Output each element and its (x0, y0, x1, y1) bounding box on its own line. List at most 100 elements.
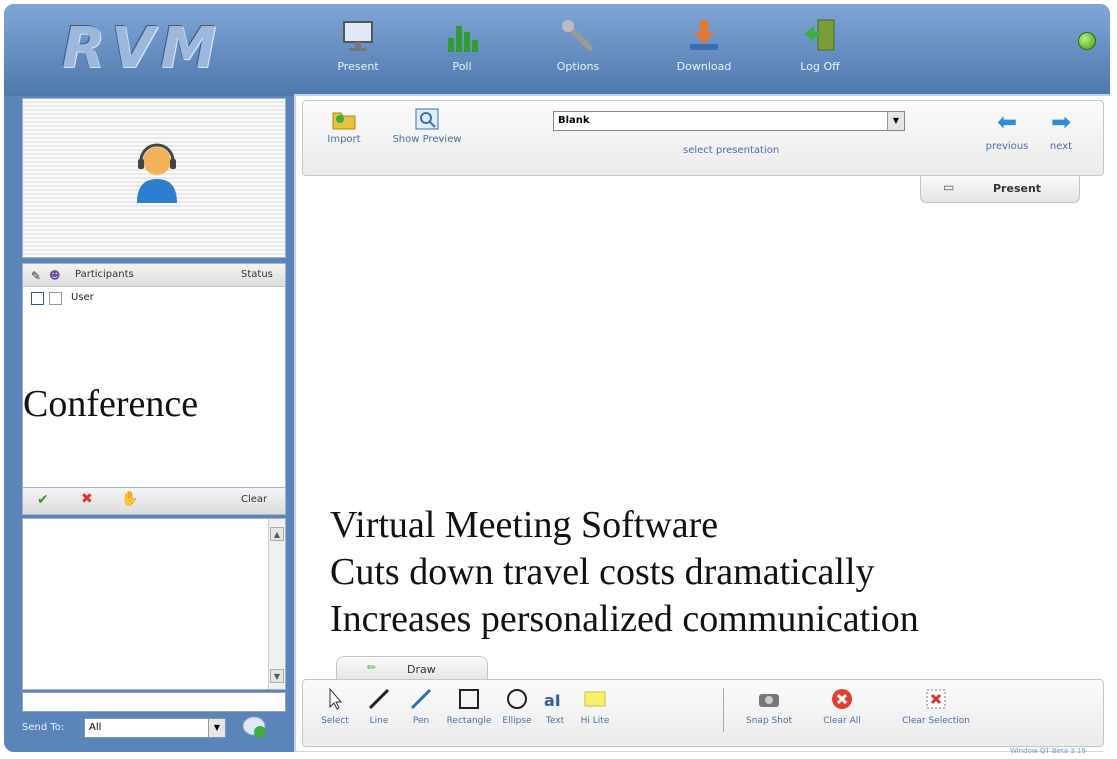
import-label: Import (327, 134, 361, 145)
tool-highlight-label: Hi Lite (580, 716, 610, 726)
users-icon: ☻ (49, 269, 61, 282)
nav-download-label: Download (676, 60, 732, 73)
feature-text: Virtual Meeting Software Cuts down trave… (330, 502, 919, 643)
tool-line-label: Line (369, 716, 389, 726)
user-avatar-icon (137, 143, 177, 203)
select-presentation-label: select presentation (683, 145, 780, 156)
feature-line: Virtual Meeting Software (330, 504, 719, 546)
monitor-icon (343, 21, 373, 51)
version-label: Window QT Beta 3.19 (1010, 747, 1086, 755)
download-icon (690, 20, 718, 50)
participants-header-label: Participants (75, 269, 134, 280)
app-window: RVM Present Poll Options Download Log Of… (4, 4, 1110, 752)
tool-ellipse-label: Ellipse (502, 716, 532, 726)
participant-row[interactable]: User (23, 287, 285, 309)
feature-line: Cuts down travel costs dramatically (330, 551, 875, 593)
nav-log-off[interactable]: Log Off (780, 18, 860, 73)
text-icon: aI (544, 691, 561, 710)
feature-line: Increases personalized communication (330, 598, 919, 640)
previous-label: previous (985, 141, 1029, 152)
nav-poll[interactable]: Poll (422, 18, 502, 73)
svg-text:aI: aI (544, 691, 561, 710)
tool-line[interactable]: Line (361, 686, 397, 726)
nav-options-label: Options (556, 60, 600, 73)
participant-name: User (71, 292, 94, 303)
participants-panel: ✎ ☻ Participants Status User Conference (22, 263, 286, 490)
tool-highlight[interactable]: Hi Lite (575, 686, 615, 726)
participants-header: ✎ ☻ Participants Status (23, 264, 285, 287)
tool-ellipse[interactable]: Ellipse (497, 686, 537, 726)
send-message-icon[interactable] (242, 714, 268, 740)
webcam-panel (22, 98, 286, 258)
send-to-label: Send To: (22, 722, 65, 733)
participant-permission-checkbox[interactable] (49, 292, 62, 305)
tab-present-label: Present (993, 182, 1042, 195)
approve-icon[interactable]: ✔ (37, 492, 49, 508)
tab-draw-label: Draw (407, 663, 436, 676)
camera-icon (759, 694, 779, 707)
clear-all-label: Clear All (823, 716, 861, 726)
monitor-icon: ▭ (943, 180, 955, 194)
chevron-down-icon[interactable]: ▼ (887, 112, 904, 130)
participant-select-checkbox[interactable] (31, 292, 44, 305)
tool-text-label: Text (545, 716, 565, 726)
ellipse-icon (507, 689, 527, 709)
clear-all-icon (832, 689, 852, 709)
send-to-select[interactable]: All ▼ (84, 718, 226, 738)
folder-icon (332, 112, 356, 130)
nav-present[interactable]: Present (318, 18, 398, 73)
nav-log-off-label: Log Off (800, 60, 840, 73)
bar-chart-icon (448, 26, 478, 52)
tool-pen[interactable]: Pen (403, 686, 439, 726)
top-bar: RVM Present Poll Options Download Log Of… (4, 4, 1110, 96)
exit-door-icon (804, 19, 835, 51)
show-preview-button[interactable]: Show Preview (387, 107, 467, 145)
snapshot-button[interactable]: Snap Shot (743, 686, 795, 726)
cursor-icon (329, 687, 343, 710)
snapshot-label: Snap Shot (746, 716, 792, 726)
clear-selection-icon (926, 689, 946, 709)
preview-icon (415, 108, 439, 130)
nav-options[interactable]: Options (538, 18, 618, 73)
presentation-select[interactable]: Blank ▼ (553, 111, 905, 131)
app-logo: RVM (62, 16, 223, 81)
chat-log: ▲ ▼ (22, 518, 286, 690)
line-icon (368, 688, 390, 710)
tool-text[interactable]: aI Text (539, 686, 571, 726)
toolbar-divider (723, 688, 724, 732)
draw-toolbar: Select Line Pen Rectangle Ellipse aI Tex… (302, 679, 1104, 747)
arrow-left-icon: ⬅ (996, 108, 1018, 136)
chat-scrollbar[interactable]: ▲ ▼ (268, 519, 285, 689)
pencil-icon: ✏ (367, 661, 377, 674)
participants-toolbar: ✔ ✖ ✋ Clear (22, 487, 286, 515)
scroll-up-icon[interactable]: ▲ (270, 527, 284, 541)
left-panel: ✎ ☻ Participants Status User Conference … (22, 98, 294, 748)
send-to-value: All (89, 722, 102, 733)
tool-select[interactable]: Select (317, 686, 353, 726)
pencil-icon: ✎ (31, 269, 42, 283)
chevron-down-icon[interactable]: ▼ (208, 719, 225, 737)
tab-present[interactable]: ▭ Present (920, 176, 1080, 203)
presentation-area: Import Show Preview Blank ▼ select prese… (294, 94, 1110, 752)
rectangle-icon (459, 689, 479, 709)
tab-draw[interactable]: ✏ Draw (336, 656, 488, 681)
tool-rectangle-label: Rectangle (446, 716, 492, 726)
nav-download[interactable]: Download (664, 18, 744, 73)
clear-selection-label: Clear Selection (902, 716, 970, 726)
previous-button[interactable]: ⬅ previous (979, 109, 1035, 152)
next-button[interactable]: ➡ next (1041, 109, 1081, 152)
tool-rectangle[interactable]: Rectangle (443, 686, 495, 726)
raise-hand-icon[interactable]: ✋ (121, 491, 138, 507)
clear-all-button[interactable]: Clear All (817, 686, 867, 726)
chat-message-input[interactable] (22, 692, 286, 712)
clear-button[interactable]: Clear (241, 494, 267, 505)
arrow-right-icon: ➡ (1050, 108, 1072, 136)
highlight-icon (584, 691, 606, 707)
online-status-icon (1078, 32, 1096, 50)
presentation-toolbar: Import Show Preview Blank ▼ select prese… (302, 100, 1104, 176)
show-preview-label: Show Preview (392, 134, 462, 145)
reject-icon[interactable]: ✖ (81, 491, 93, 507)
scroll-down-icon[interactable]: ▼ (270, 669, 284, 683)
import-button[interactable]: Import (319, 107, 369, 145)
clear-selection-button[interactable]: Clear Selection (891, 686, 981, 726)
